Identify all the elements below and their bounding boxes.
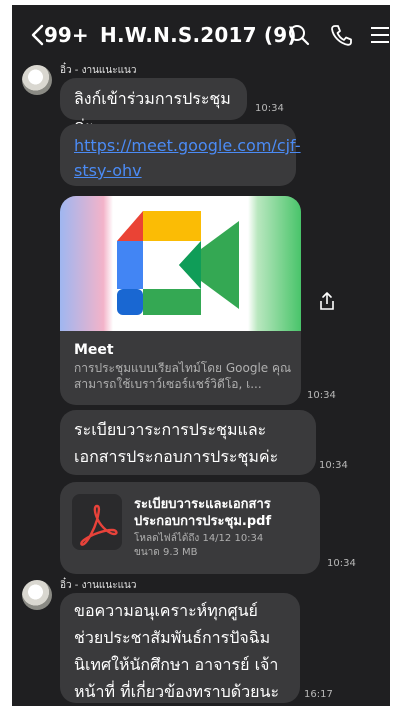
message-time: 10:34 xyxy=(255,103,284,114)
google-meet-logo-icon xyxy=(117,211,239,315)
sender-name: อิ๋ว - งานแนะแนว xyxy=(60,65,137,76)
preview-title: Meet xyxy=(74,342,114,358)
message-text: ระเบียบวาระการประชุมและเอกสารประกอบการปร… xyxy=(74,420,279,466)
chat-header: 99+ H.W.N.S.2017 (9) xyxy=(12,5,390,63)
share-icon[interactable] xyxy=(316,290,338,312)
file-size: ขนาด 9.3 MB xyxy=(134,547,198,558)
sender-name: อิ๋ว - งานแนะแนว xyxy=(60,580,137,591)
link-preview-card[interactable]: Meet การประชุมแบบเรียลไทม์โดย Google คุณ… xyxy=(60,196,301,405)
search-icon[interactable] xyxy=(286,22,312,48)
message-time: 10:34 xyxy=(307,390,336,401)
avatar[interactable] xyxy=(22,65,52,95)
chat-screen: 99+ H.W.N.S.2017 (9) อิ๋ว - งานแนะแนว ลิ… xyxy=(12,5,390,706)
preview-image xyxy=(60,196,301,331)
message-time: 10:34 xyxy=(319,460,348,471)
pdf-file-icon xyxy=(72,494,122,550)
message-time: 16:17 xyxy=(304,689,333,700)
meeting-link[interactable]: https://meet.google.com/cjf-stsy-ohv xyxy=(60,124,301,192)
file-attachment[interactable]: ระเบียบวาระและเอกสารประกอบการประชุม.pdf … xyxy=(60,482,320,574)
message-bubble[interactable]: ลิงก์เข้าร่วมการประชุมค่ะ xyxy=(60,78,247,135)
unread-count[interactable]: 99+ xyxy=(44,23,89,47)
menu-icon[interactable] xyxy=(368,22,390,48)
phone-icon[interactable] xyxy=(328,22,354,48)
message-bubble[interactable]: ระเบียบวาระการประชุมและเอกสารประกอบการปร… xyxy=(60,410,316,475)
message-text: ขอความอนุเคราะห์ทุกศูนย์ช่วยประชาสัมพันธ… xyxy=(74,601,280,701)
message-bubble[interactable]: ขอความอนุเคราะห์ทุกศูนย์ช่วยประชาสัมพันธ… xyxy=(60,593,300,703)
link-bubble[interactable]: https://meet.google.com/cjf-stsy-ohv xyxy=(60,124,301,186)
chat-title[interactable]: H.W.N.S.2017 (9) xyxy=(100,23,297,47)
file-name: ระเบียบวาระและเอกสารประกอบการประชุม.pdf xyxy=(134,497,272,529)
message-time: 10:34 xyxy=(327,558,356,569)
preview-description: การประชุมแบบเรียลไทม์โดย Google คุณสามาร… xyxy=(74,361,292,391)
file-expiry: โหลดไฟล์ได้ถึง 14/12 10:34 xyxy=(134,533,264,544)
avatar[interactable] xyxy=(22,580,52,610)
